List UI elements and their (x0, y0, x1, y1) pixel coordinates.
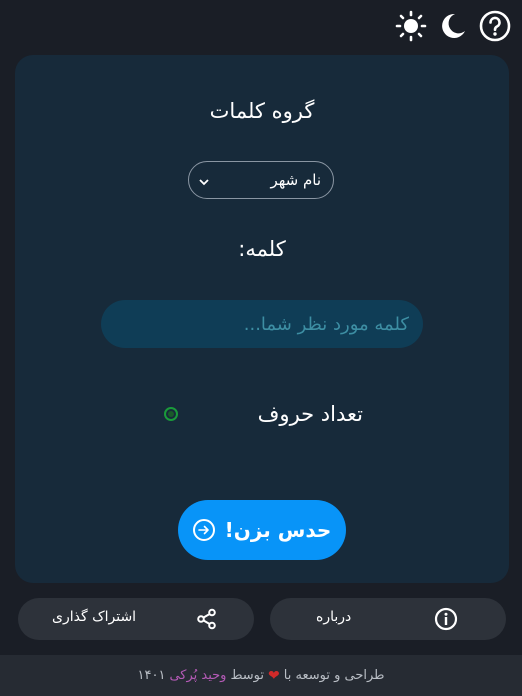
word-input[interactable] (101, 300, 423, 348)
guess-button[interactable]: حدس بزن! (178, 500, 346, 560)
share-button[interactable]: اشتراک گذاری (18, 598, 254, 640)
footer-author-link[interactable]: وحید پُرکی (169, 668, 226, 683)
about-button-label: درباره (316, 609, 352, 625)
category-select[interactable]: نام شهر (188, 161, 334, 199)
footer: طراحی و توسعه با ❤ توسط وحید پُرکی ۱۴۰۱ (0, 655, 522, 696)
word-form-card: گروه کلمات نام شهر کلمه: تعداد حروف حدس … (15, 55, 509, 583)
letter-count-radio[interactable] (164, 407, 178, 421)
card-title: گروه کلمات (209, 99, 315, 123)
info-icon (434, 607, 458, 631)
share-icon (195, 607, 219, 631)
footer-prefix: طراحی و توسعه با (283, 668, 385, 683)
sun-icon[interactable] (394, 9, 428, 43)
help-icon[interactable] (478, 9, 512, 43)
footer-middle: توسط (230, 668, 265, 683)
about-button[interactable]: درباره (270, 598, 506, 640)
letter-count-label: تعداد حروف (257, 402, 363, 426)
moon-icon[interactable] (436, 9, 470, 43)
word-label: کلمه: (238, 237, 286, 261)
category-select-value: نام شهر (270, 171, 321, 189)
letter-count-row: تعداد حروف (15, 400, 509, 440)
heart-icon: ❤ (268, 667, 280, 684)
footer-year: ۱۴۰۱ (137, 668, 166, 683)
share-button-label: اشتراک گذاری (52, 609, 137, 625)
arrow-right-circle-icon (192, 519, 215, 541)
chevron-down-icon (199, 171, 209, 190)
top-toolbar (394, 8, 512, 44)
guess-button-label: حدس بزن! (224, 518, 332, 542)
